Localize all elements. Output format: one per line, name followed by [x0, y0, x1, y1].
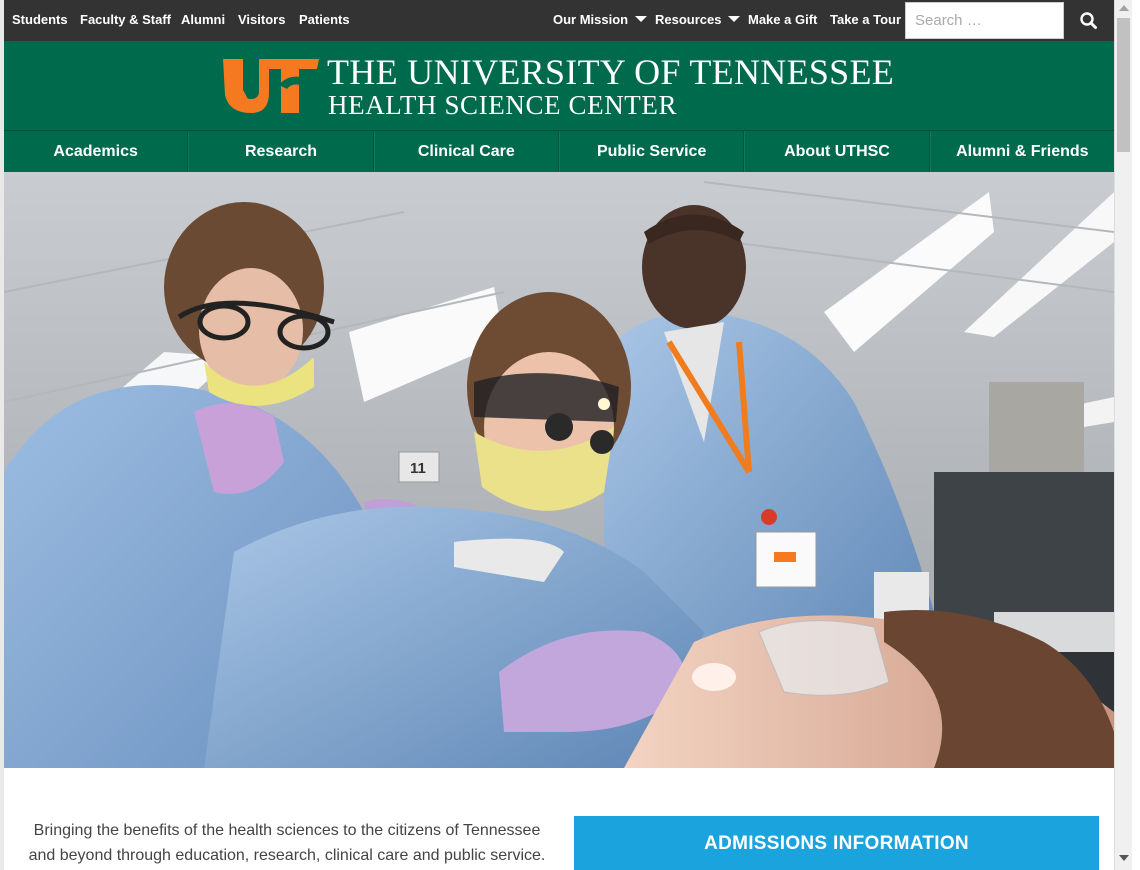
vertical-scrollbar[interactable] — [1114, 0, 1132, 870]
utility-bar: Students Faculty & Staff Alumni Visitors… — [4, 0, 1114, 41]
scroll-thumb[interactable] — [1117, 18, 1130, 152]
mission-line-1: Bringing the benefits of the health scie… — [33, 822, 541, 839]
scroll-down-arrow-icon[interactable] — [1119, 855, 1129, 861]
search-button[interactable] — [1064, 0, 1114, 41]
utility-link-visitors[interactable]: Visitors — [238, 12, 285, 27]
browser-page: Students Faculty & Staff Alumni Visitors… — [4, 0, 1114, 870]
utility-link-patients[interactable]: Patients — [299, 12, 350, 27]
site-subtitle: HEALTH SCIENCE CENTER — [328, 90, 678, 120]
main-nav: Academics Research Clinical Care Public … — [4, 130, 1114, 172]
site-header: THE UNIVERSITY OF TENNESSEE HEALTH SCIEN… — [4, 41, 1114, 130]
ut-logo[interactable] — [221, 55, 321, 115]
nav-public-service[interactable]: Public Service — [558, 131, 745, 172]
search-icon — [1080, 12, 1097, 29]
search-input[interactable] — [905, 2, 1064, 39]
nav-about-uthsc[interactable]: About UTHSC — [744, 131, 930, 172]
utility-menu-resources[interactable]: Resources — [655, 12, 741, 27]
mission-line-2: and beyond through education, research, … — [28, 847, 546, 864]
window-edge — [1132, 0, 1140, 870]
utility-link-faculty-staff[interactable]: Faculty & Staff — [80, 12, 171, 27]
utility-menu-our-mission[interactable]: Our Mission — [553, 12, 648, 27]
nav-academics[interactable]: Academics — [4, 131, 189, 172]
chevron-down-icon — [728, 16, 741, 22]
utility-link-alumni[interactable]: Alumni — [181, 12, 225, 27]
utility-link-make-a-gift[interactable]: Make a Gift — [748, 12, 817, 27]
admissions-information-button[interactable]: ADMISSIONS INFORMATION — [574, 816, 1099, 870]
mission-statement: Bringing the benefits of the health scie… — [22, 818, 552, 868]
utility-menu-label: Our Mission — [553, 12, 629, 27]
hero-illustration: 11 — [4, 172, 1114, 768]
nav-research[interactable]: Research — [188, 131, 374, 172]
utility-link-take-a-tour[interactable]: Take a Tour — [830, 12, 901, 27]
room-number-label: 11 — [410, 460, 426, 477]
nav-alumni-friends[interactable]: Alumni & Friends — [929, 131, 1114, 172]
chevron-down-icon — [635, 16, 648, 22]
utility-menu-label: Resources — [655, 12, 722, 27]
hero-image: 11 — [4, 172, 1114, 768]
site-title: THE UNIVERSITY OF TENNESSEE — [327, 52, 895, 92]
scroll-up-arrow-icon[interactable] — [1119, 5, 1129, 11]
utility-link-students[interactable]: Students — [12, 12, 68, 27]
nav-clinical-care[interactable]: Clinical Care — [373, 131, 559, 172]
